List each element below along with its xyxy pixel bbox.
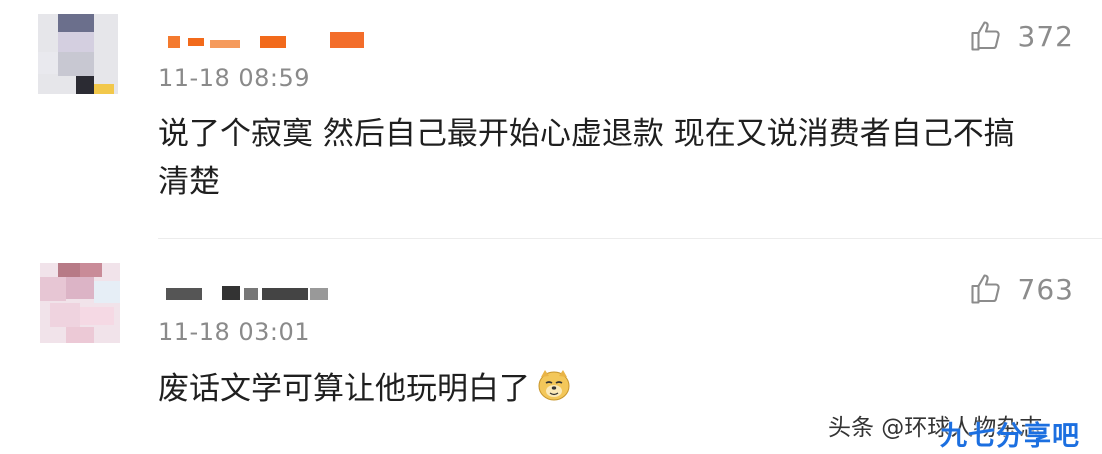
comment-time: 11-18 08:59 — [158, 64, 311, 92]
thumbs-up-icon — [970, 274, 1000, 304]
comment-time: 11-18 03:01 — [158, 318, 311, 346]
comment-item: 11-18 08:59 说了个寂寞 然后自己最开始心虚退款 现在又说消费者自己不… — [0, 0, 1102, 238]
comment-text: 说了个寂寞 然后自己最开始心虚退款 现在又说消费者自己不搞清楚 — [158, 116, 1015, 200]
like-count: 763 — [1017, 272, 1074, 306]
username-redacted[interactable] — [160, 28, 370, 52]
avatar[interactable] — [40, 263, 120, 343]
comment-text: 废话文学可算让他玩明白了 — [158, 365, 858, 413]
site-brand-watermark: 九七分享吧 — [940, 421, 1080, 452]
doge-emoji — [538, 370, 570, 401]
thumbs-up-icon — [970, 21, 1000, 51]
username-redacted[interactable] — [160, 282, 335, 306]
avatar[interactable] — [38, 14, 118, 94]
like-button[interactable]: 763 — [968, 271, 1074, 307]
like-button[interactable]: 372 — [968, 18, 1074, 54]
comment-text-content: 废话文学可算让他玩明白了 — [158, 371, 530, 407]
like-count: 372 — [1017, 19, 1074, 53]
